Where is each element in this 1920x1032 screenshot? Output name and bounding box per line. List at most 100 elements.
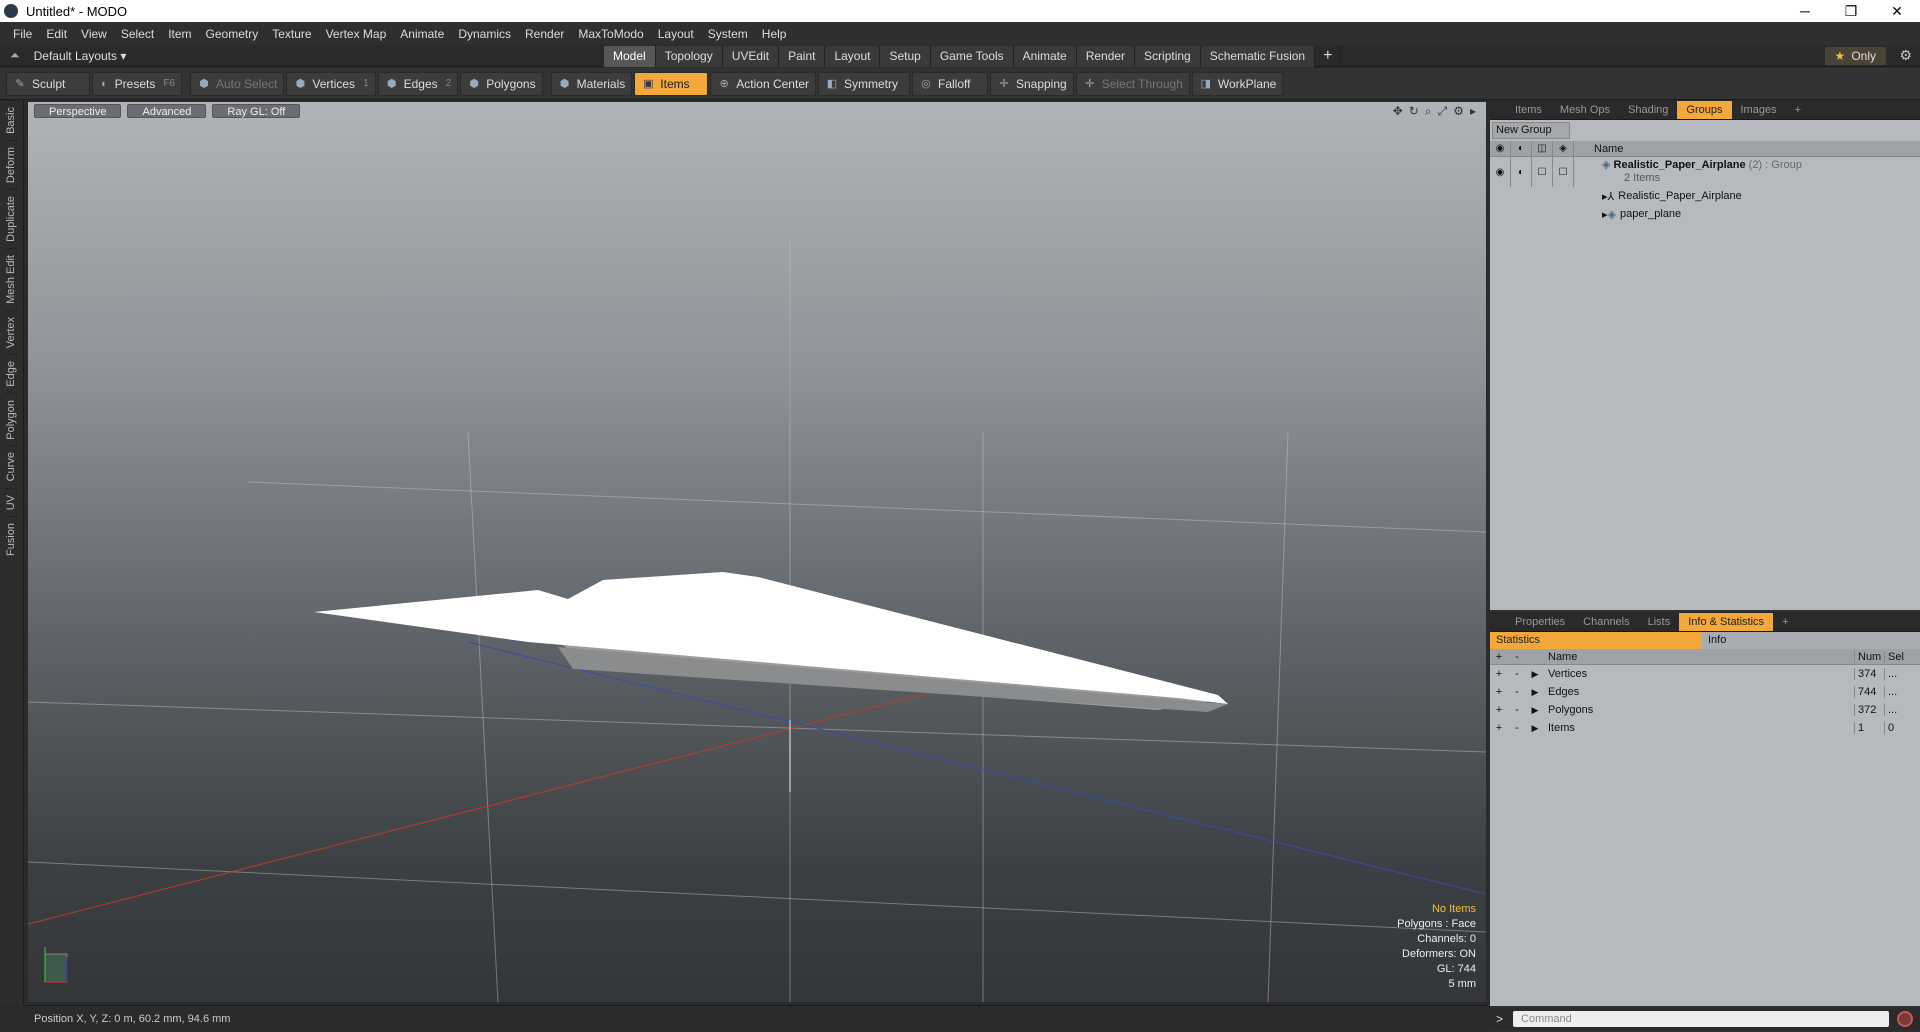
menu-texture[interactable]: Texture (265, 27, 318, 41)
add-icon[interactable]: + (1490, 686, 1508, 698)
vertices-button[interactable]: ⬢ Vertices 1 (286, 71, 376, 96)
expand-arrow-icon[interactable]: ▶ (1526, 723, 1544, 734)
lefttab-edge[interactable]: Edge (5, 353, 17, 393)
lock-checkbox[interactable]: ☐ (1532, 157, 1553, 187)
eye-column-icon[interactable]: ◉ (1490, 140, 1511, 157)
move-view-icon[interactable]: ✥ (1393, 104, 1403, 119)
expand-all-icon[interactable]: + (1490, 651, 1508, 663)
sculpt-button[interactable]: ✎ Sculpt (6, 71, 90, 96)
lefttab-fusion[interactable]: Fusion (5, 516, 17, 563)
tab-render[interactable]: Render (1076, 46, 1136, 67)
falloff-button[interactable]: ◎ Falloff (911, 71, 988, 96)
render-column-icon[interactable]: ◐ (1511, 140, 1532, 157)
menu-vertex-map[interactable]: Vertex Map (319, 27, 394, 41)
fit-view-icon[interactable]: ⤢ (1438, 104, 1448, 119)
only-button[interactable]: ★ Only (1824, 47, 1886, 65)
menu-select[interactable]: Select (114, 27, 161, 41)
tab-setup[interactable]: Setup (880, 46, 931, 67)
remove-icon[interactable]: - (1508, 668, 1526, 680)
lefttab-uv[interactable]: UV (5, 487, 17, 517)
rotate-view-icon[interactable]: ↻ (1409, 104, 1419, 119)
polygons-button[interactable]: ⬢ Polygons (460, 71, 543, 96)
lock-column-icon[interactable]: ◫ (1532, 140, 1553, 157)
zoom-view-icon[interactable]: ⌕ (1425, 104, 1432, 119)
lefttab-basic[interactable]: Basic (5, 100, 17, 140)
tab-paint[interactable]: Paint (779, 46, 826, 67)
items-button[interactable]: ▣ Items (634, 71, 709, 96)
shading-dropdown[interactable]: Advanced (127, 104, 207, 118)
collapse-all-icon[interactable]: - (1508, 651, 1526, 663)
symmetry-button[interactable]: ◧ Symmetry (817, 71, 910, 96)
expand-arrow-icon[interactable]: ▶ (1526, 687, 1544, 698)
expand-arrow-icon[interactable]: ▶ (1526, 705, 1544, 716)
tab-images[interactable]: Images (1732, 101, 1786, 119)
remove-icon[interactable]: - (1508, 686, 1526, 698)
snapping-button[interactable]: ✛ Snapping (989, 71, 1074, 96)
layout-selector[interactable]: ⏶ Default Layouts ▾ (10, 48, 126, 63)
tab-channels[interactable]: Channels (1574, 613, 1638, 631)
stats-row[interactable]: + - ▶ Vertices 374 ... (1490, 665, 1920, 683)
add-panel-tab-button[interactable]: + (1786, 101, 1810, 119)
tab-items[interactable]: Items (1506, 101, 1551, 119)
lefttab-duplicate[interactable]: Duplicate (5, 188, 17, 248)
menu-dynamics[interactable]: Dynamics (451, 27, 518, 41)
add-icon[interactable]: + (1490, 704, 1508, 716)
menu-maxtomodo[interactable]: MaxToModo (571, 27, 650, 41)
tab-model[interactable]: Model (604, 46, 656, 67)
lefttab-vertex[interactable]: Vertex (5, 309, 17, 354)
menu-help[interactable]: Help (755, 27, 794, 41)
group-row[interactable]: ◉ ◐ ☐ ☐ ◈ Realistic_Paper_Airplane (2) :… (1490, 157, 1920, 187)
record-macro-icon[interactable] (1897, 1011, 1914, 1027)
remove-icon[interactable]: - (1508, 704, 1526, 716)
lefttab-polygon[interactable]: Polygon (5, 392, 17, 446)
materials-button[interactable]: ⬢ Materials (550, 71, 633, 96)
viewport-settings-icon[interactable]: ⚙ (1453, 104, 1464, 119)
tab-topology[interactable]: Topology (655, 46, 723, 67)
layout-name[interactable]: Default Layouts ▾ (34, 49, 127, 63)
viewport-menu-icon[interactable]: ▸ (1470, 104, 1476, 119)
lefttab-mesh-edit[interactable]: Mesh Edit (5, 247, 17, 310)
render-toggle-icon[interactable]: ◐ (1511, 157, 1532, 187)
action-center-button[interactable]: ⊕ Action Center (710, 71, 816, 96)
tab-schematic-fusion[interactable]: Schematic Fusion (1200, 46, 1316, 67)
group-child-row[interactable]: ▸ ⅄ Realistic_Paper_Airplane (1490, 187, 1920, 205)
lefttab-deform[interactable]: Deform (5, 139, 17, 189)
menu-system[interactable]: System (701, 27, 755, 41)
expand-arrow-icon[interactable]: ▶ (1526, 669, 1544, 680)
add-icon[interactable]: + (1490, 722, 1508, 734)
tab-groups[interactable]: Groups (1677, 100, 1732, 119)
presets-button[interactable]: ◐ Presets F6 (92, 71, 182, 96)
gear-icon[interactable]: ⚙ (1899, 47, 1912, 64)
stats-row[interactable]: + - ▶ Polygons 372 ... (1490, 701, 1920, 719)
tab-uvedit[interactable]: UVEdit (722, 46, 780, 67)
add-tab-button[interactable]: + (1315, 46, 1342, 67)
select-through-button[interactable]: ✛ Select Through (1075, 71, 1190, 96)
tab-game-tools[interactable]: Game Tools (930, 46, 1014, 67)
minimize-button[interactable]: ─ (1782, 0, 1828, 22)
perspective-dropdown[interactable]: Perspective (34, 104, 122, 118)
tab-scripting[interactable]: Scripting (1135, 46, 1201, 67)
menu-render[interactable]: Render (518, 27, 571, 41)
group-child-row[interactable]: ▸ ◈ paper_plane (1490, 205, 1920, 223)
lefttab-curve[interactable]: Curve (5, 445, 17, 488)
add-icon[interactable]: + (1490, 668, 1508, 680)
select-checkbox[interactable]: ☐ (1553, 157, 1574, 187)
add-bottom-tab-button[interactable]: + (1773, 613, 1797, 631)
menu-edit[interactable]: Edit (39, 27, 74, 41)
tab-shading[interactable]: Shading (1619, 101, 1677, 119)
new-group-button[interactable]: New Group (1492, 122, 1570, 139)
visibility-eye-icon[interactable]: ◉ (1490, 157, 1511, 187)
remove-icon[interactable]: - (1508, 722, 1526, 734)
stats-row[interactable]: + - ▶ Edges 744 ... (1490, 683, 1920, 701)
tab-info-statistics[interactable]: Info & Statistics (1679, 612, 1774, 631)
subtab-statistics[interactable]: Statistics (1490, 632, 1702, 649)
maximize-button[interactable]: ❐ (1828, 0, 1874, 22)
menu-geometry[interactable]: Geometry (199, 27, 266, 41)
menu-item[interactable]: Item (161, 27, 198, 41)
tab-lists[interactable]: Lists (1639, 613, 1680, 631)
auto-select-button[interactable]: ⬢ Auto Select (190, 71, 285, 96)
select-column-icon[interactable]: ◈ (1553, 140, 1574, 157)
tab-animate[interactable]: Animate (1013, 46, 1077, 67)
edges-button[interactable]: ⬢ Edges 2 (377, 71, 459, 96)
command-input[interactable]: Command (1513, 1011, 1890, 1027)
